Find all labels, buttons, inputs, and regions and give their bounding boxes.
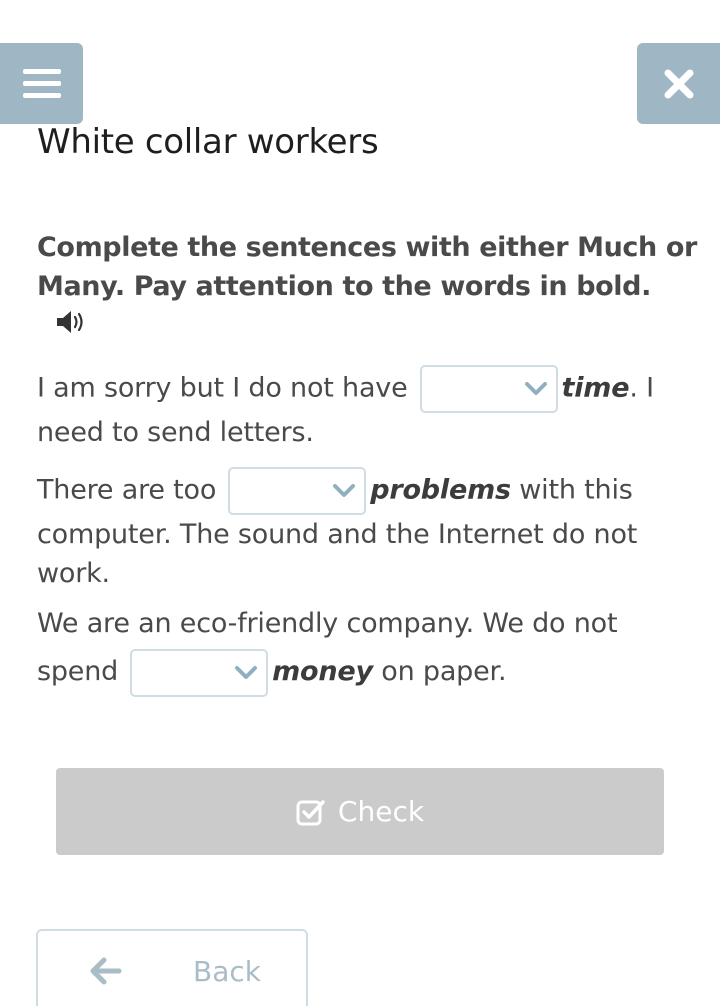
sentence-2: There are too problems with this computer… [37,467,687,593]
back-button-label: Back [193,955,261,988]
answer-dropdown-2[interactable] [228,467,367,515]
chevron-down-icon [524,382,547,395]
hamburger-icon [22,69,61,74]
speaker-icon[interactable] [55,308,87,336]
back-button[interactable]: Back [36,929,308,1006]
checkbox-check-icon [296,799,325,825]
sentence-1: I am sorry but I do not have time. I need… [37,365,687,452]
sentence-3: We are an eco-friendly company. We do no… [37,600,687,697]
arrow-left-icon [90,957,122,985]
answer-dropdown-1[interactable] [419,365,558,413]
answer-dropdown-3[interactable] [130,648,269,697]
check-button[interactable]: Check [56,768,664,855]
instruction-text: Complete the sentences with either Much … [37,232,697,302]
chevron-down-icon [333,484,356,497]
close-icon [664,69,693,98]
check-button-label: Check [337,795,425,828]
menu-button[interactable] [0,43,83,124]
close-button[interactable] [637,43,720,124]
chevron-down-icon [235,665,258,679]
page-title: White collar workers [37,122,379,162]
